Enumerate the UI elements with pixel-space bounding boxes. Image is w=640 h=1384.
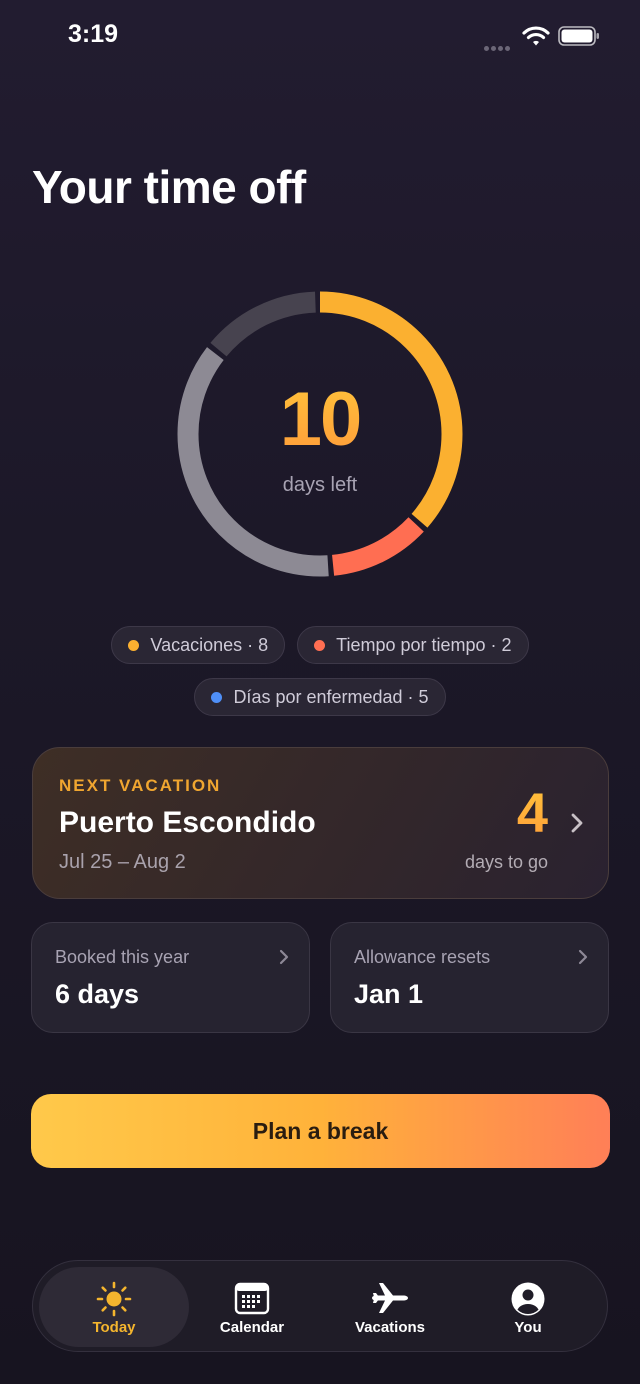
next-vacation-card[interactable]: NEXT VACATION Puerto Escondido Jul 25 – …: [32, 747, 609, 899]
chip-label: Días por enfermedad · 5: [233, 686, 429, 707]
tab-you[interactable]: You: [453, 1267, 603, 1347]
chevron-right-icon: [571, 813, 583, 833]
chip-dias-por-enfermedad: Días por enfermedad · 5: [194, 678, 446, 716]
balance-chips: Vacaciones · 8 Tiempo por tiempo · 2 Día…: [0, 626, 640, 730]
wifi-icon: [522, 26, 550, 46]
comp-time-dot: [314, 639, 326, 651]
days-left-number: 10: [170, 376, 470, 463]
booked-label: Booked this year: [55, 947, 190, 967]
page-title: Your time off: [32, 161, 306, 213]
next-vacation-dates: Jul 25 – Aug 2: [59, 851, 186, 873]
signal-icon: [484, 38, 512, 56]
next-vacation-title: Puerto Escondido: [59, 806, 316, 839]
tab-vacations[interactable]: Vacations: [315, 1267, 465, 1347]
days-left-label: days left: [282, 474, 358, 496]
person-icon: [511, 1282, 545, 1316]
booked-this-year-card[interactable]: Booked this year 6 days: [31, 922, 310, 1033]
tab-calendar[interactable]: Calendar: [177, 1267, 327, 1347]
chip-vacaciones: Vacaciones · 8: [111, 626, 286, 664]
calendar-icon: [234, 1282, 270, 1315]
chevron-right-icon: [578, 949, 588, 965]
tab-label: Calendar: [219, 1319, 285, 1336]
tab-label: You: [514, 1319, 542, 1336]
tab-label: Vacations: [354, 1319, 426, 1336]
vacation-dot: [128, 639, 140, 651]
sun-icon: [96, 1281, 132, 1317]
resets-label: Allowance resets: [354, 947, 491, 967]
days-left-ring: 10 days left: [170, 284, 470, 584]
tab-label: Today: [92, 1319, 136, 1336]
booked-value: 6 days: [55, 979, 140, 1009]
status-bar: 3:19: [0, 0, 640, 72]
status-time: 3:19: [68, 20, 119, 48]
resets-value: Jan 1: [354, 979, 424, 1009]
allowance-resets-card[interactable]: Allowance resets Jan 1: [330, 922, 609, 1033]
chip-label: Tiempo por tiempo · 2: [336, 634, 512, 655]
sick-days-dot: [211, 691, 223, 703]
tab-bar: Today Calendar Vacations You: [32, 1260, 608, 1352]
battery-icon: [558, 26, 599, 46]
tab-today[interactable]: Today: [39, 1267, 189, 1347]
days-to-go-count: 4: [516, 781, 548, 844]
airplane-icon: [372, 1283, 408, 1313]
chevron-right-icon: [279, 949, 289, 965]
plan-a-break-button[interactable]: Plan a break: [31, 1094, 610, 1168]
chip-tiempo-por-tiempo: Tiempo por tiempo · 2: [297, 626, 529, 664]
chip-label: Vacaciones · 8: [150, 634, 269, 655]
days-to-go-label: days to go: [464, 852, 548, 872]
next-vacation-kicker: NEXT VACATION: [59, 776, 222, 795]
